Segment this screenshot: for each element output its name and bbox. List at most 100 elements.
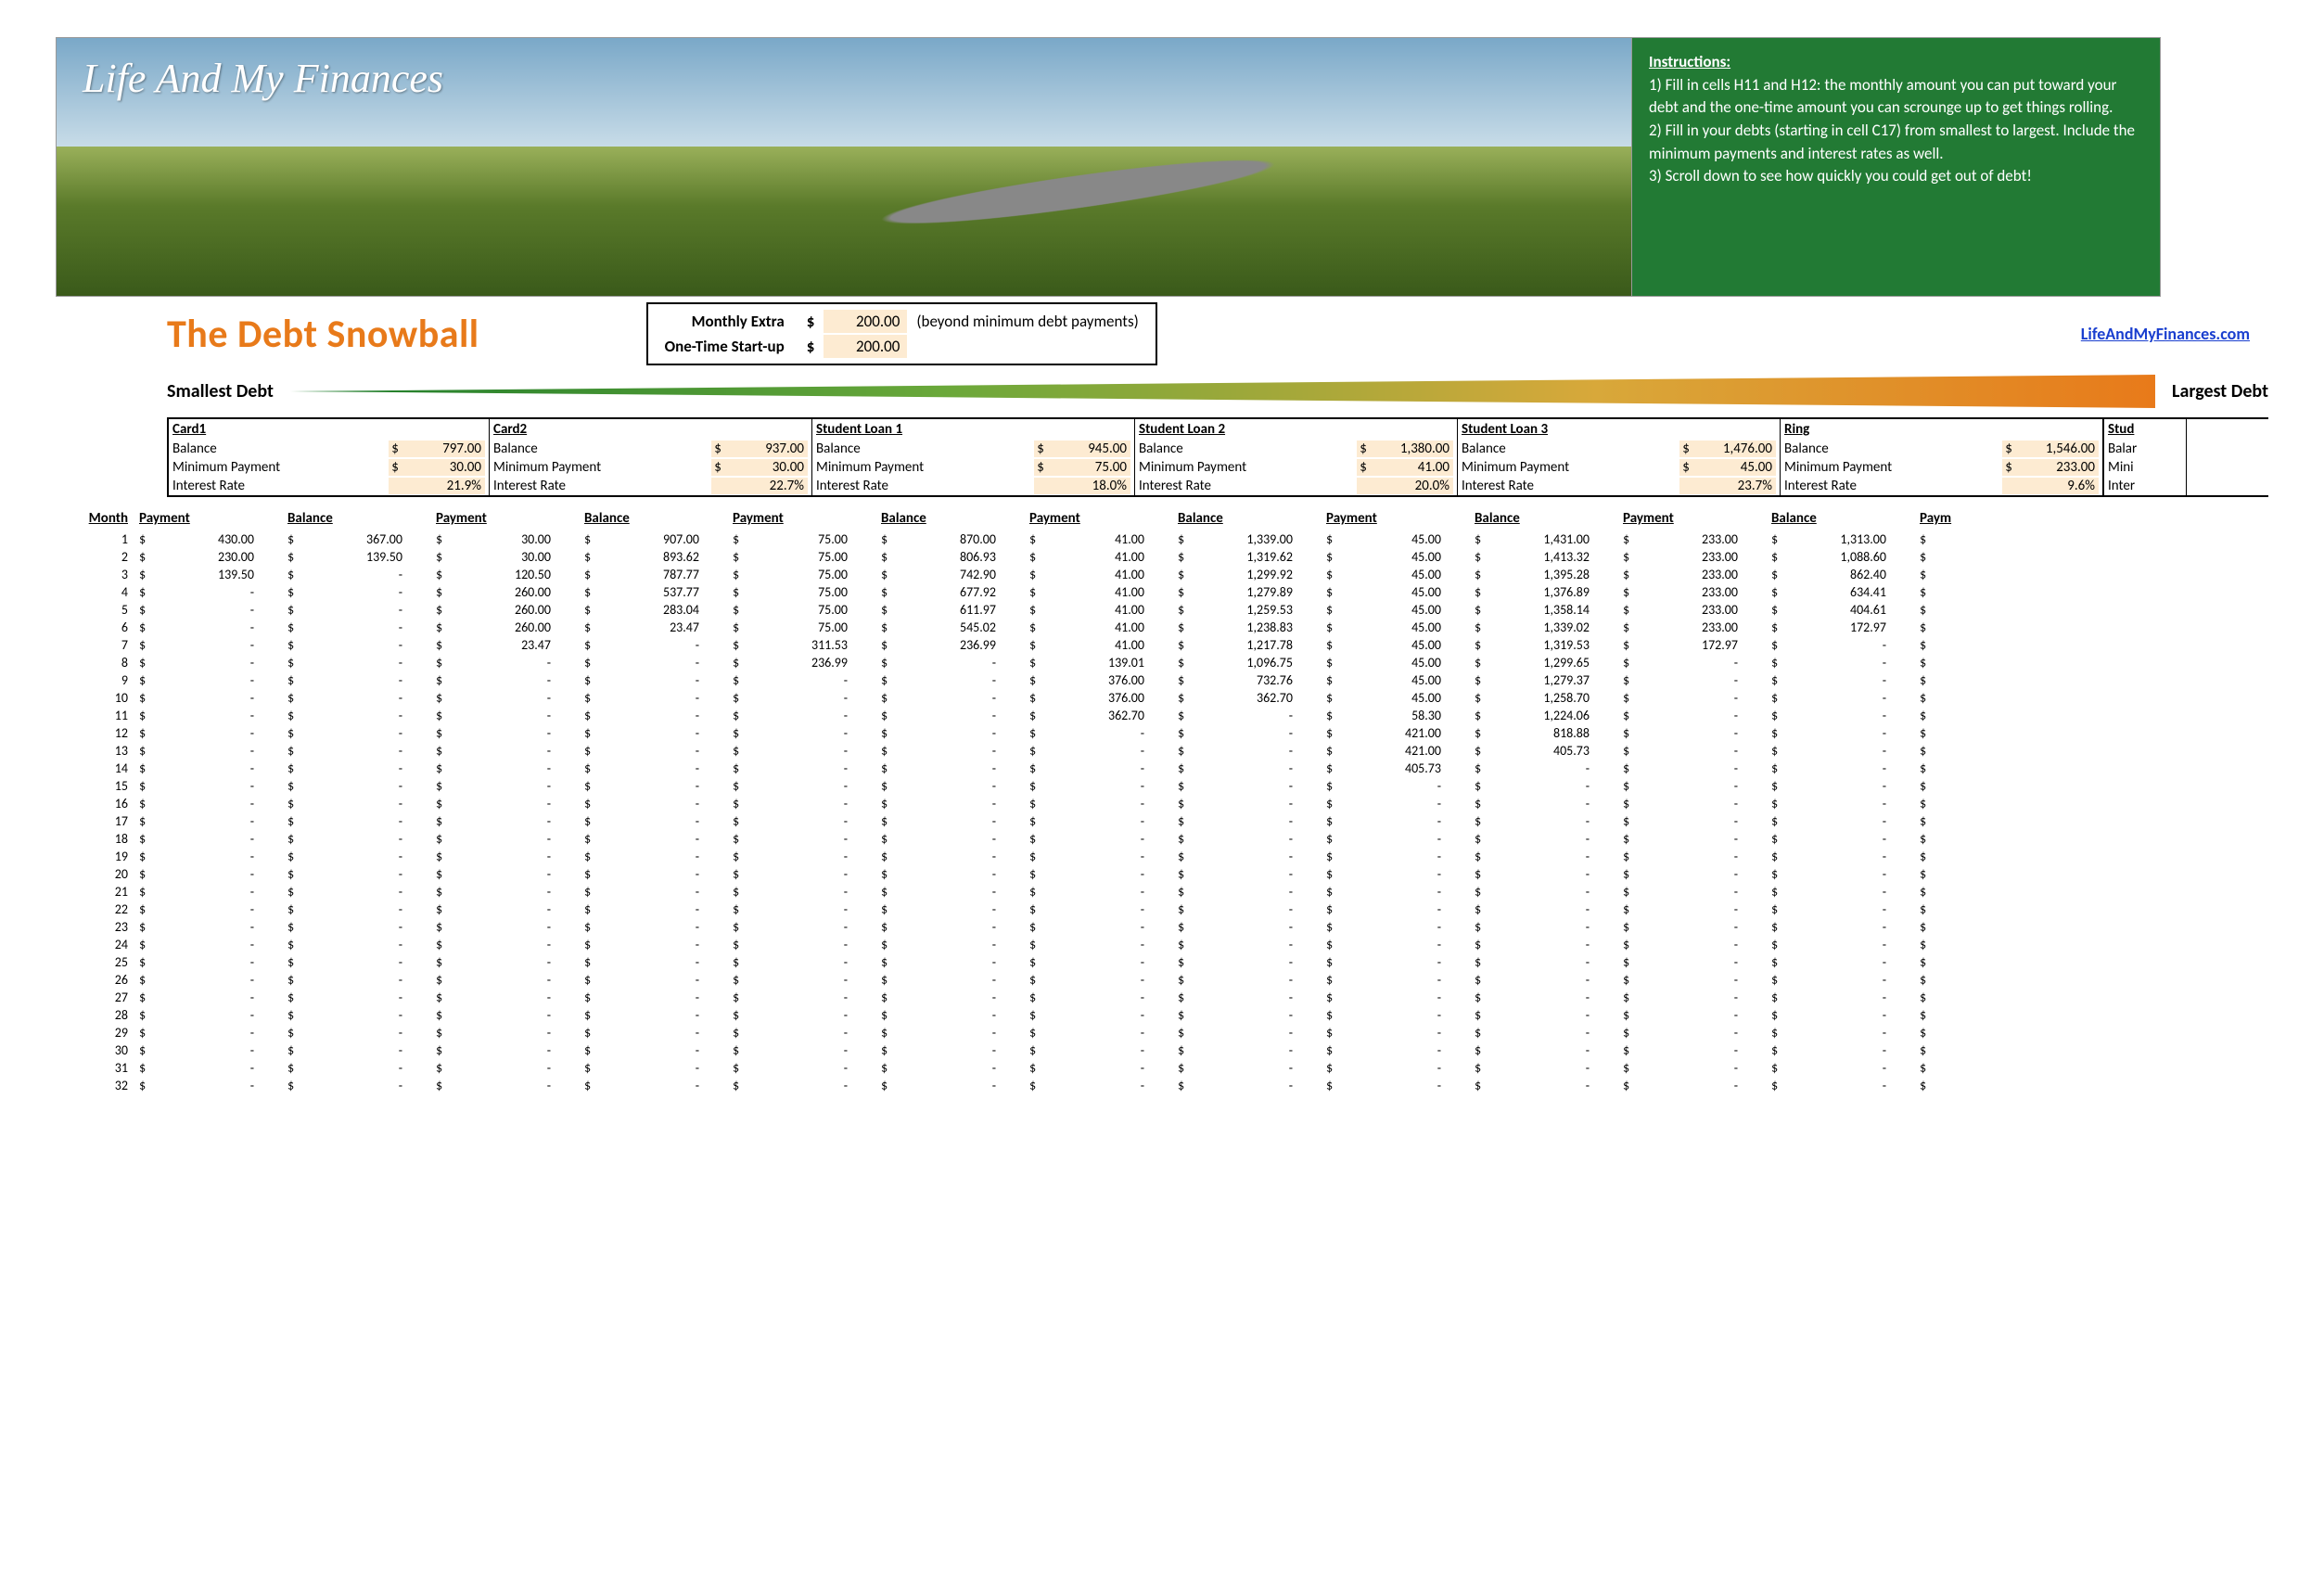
monthly-extra-input[interactable]: 200.00 [824, 310, 907, 333]
rate-input[interactable]: 18.0% [1047, 478, 1130, 494]
table-row: 21$-$-$-$-$-$-$-$-$-$-$-$-$ [78, 883, 2062, 901]
table-row: 17$-$-$-$-$-$-$-$-$-$-$-$-$ [78, 812, 2062, 830]
balance-input[interactable]: 1,546.00 [2015, 441, 2099, 457]
sched-cell: $- [1024, 760, 1172, 777]
debt-name[interactable]: Ring [1781, 419, 2102, 440]
sched-cell: $- [134, 601, 282, 619]
sched-cell: $- [1172, 742, 1321, 760]
table-row: 2$230.00$139.50$30.00$893.62$75.00$806.9… [78, 548, 2062, 566]
rate-input[interactable]: 9.6% [2015, 478, 2099, 494]
sched-cell: $- [430, 812, 579, 830]
sched-cell: $545.02 [875, 619, 1024, 636]
col-balance: Balance [1766, 506, 1914, 530]
sched-cell: $- [1024, 777, 1172, 795]
sched-cell: $- [727, 848, 875, 865]
sched-cell: $- [727, 953, 875, 971]
debt-name[interactable]: Card2 [490, 419, 811, 440]
balance-label: Balance [1139, 441, 1357, 457]
sched-cell: $- [134, 724, 282, 742]
sched-cell: $- [727, 724, 875, 742]
rate-input[interactable]: 20.0% [1370, 478, 1453, 494]
sched-cell: $- [727, 901, 875, 918]
table-row: 25$-$-$-$-$-$-$-$-$-$-$-$-$ [78, 953, 2062, 971]
debt-block: Card2Balance$937.00Minimum Payment$30.00… [490, 419, 812, 495]
table-row: 27$-$-$-$-$-$-$-$-$-$-$-$-$ [78, 989, 2062, 1006]
sched-cell-partial: $ [1914, 530, 2062, 548]
month-cell: 7 [78, 636, 134, 654]
sched-cell: $236.99 [875, 636, 1024, 654]
rate-input[interactable]: 22.7% [724, 478, 808, 494]
month-cell: 27 [78, 989, 134, 1006]
balance-input[interactable]: 1,380.00 [1370, 441, 1453, 457]
debt-name[interactable]: Student Loan 1 [812, 419, 1134, 440]
debt-name[interactable]: Student Loan 2 [1135, 419, 1457, 440]
table-row: 31$-$-$-$-$-$-$-$-$-$-$-$-$ [78, 1059, 2062, 1077]
sched-cell: $120.50 [430, 566, 579, 583]
sched-cell: $- [282, 619, 430, 636]
startup-input[interactable]: 200.00 [824, 335, 907, 358]
rate-label: Interest Rate [1462, 478, 1679, 494]
sched-cell: $- [1617, 901, 1766, 918]
sched-cell: $- [1321, 812, 1469, 830]
sched-cell: $- [875, 1041, 1024, 1059]
debt-name[interactable]: Student Loan 3 [1458, 419, 1780, 440]
min-payment-input[interactable]: 30.00 [724, 459, 808, 476]
balance-input[interactable]: 945.00 [1047, 441, 1130, 457]
sched-cell-partial: $ [1914, 583, 2062, 601]
sched-cell: $- [282, 742, 430, 760]
sched-cell: $45.00 [1321, 619, 1469, 636]
sched-cell: $- [579, 901, 727, 918]
sched-cell: $- [134, 742, 282, 760]
table-row: 13$-$-$-$-$-$-$-$-$421.00$405.73$-$-$ [78, 742, 2062, 760]
min-payment-input[interactable]: 75.00 [1047, 459, 1130, 476]
sched-cell: $- [282, 936, 430, 953]
sched-cell: $- [1766, 1006, 1914, 1024]
rate-input[interactable]: 23.7% [1692, 478, 1776, 494]
debt-name[interactable]: Card1 [169, 419, 489, 440]
sched-cell: $- [579, 671, 727, 689]
sched-cell: $139.01 [1024, 654, 1172, 671]
site-link[interactable]: LifeAndMyFinances.com [2081, 324, 2250, 344]
min-payment-input[interactable]: 233.00 [2015, 459, 2099, 476]
month-cell: 2 [78, 548, 134, 566]
sched-cell: $- [134, 989, 282, 1006]
sched-cell: $- [134, 583, 282, 601]
balance-input[interactable]: 937.00 [724, 441, 808, 457]
sched-cell: $- [1172, 918, 1321, 936]
instructions-title: Instructions: [1649, 51, 2143, 74]
sched-cell: $- [430, 971, 579, 989]
sched-cell: $1,299.92 [1172, 566, 1321, 583]
sched-cell: $- [134, 1024, 282, 1041]
sched-cell: $818.88 [1469, 724, 1617, 742]
sched-cell: $- [875, 953, 1024, 971]
sched-cell: $- [579, 812, 727, 830]
col-balance: Balance [875, 506, 1024, 530]
sched-cell: $- [282, 812, 430, 830]
sched-cell: $1,096.75 [1172, 654, 1321, 671]
rate-input[interactable]: 21.9% [402, 478, 485, 494]
sched-cell: $- [1172, 936, 1321, 953]
sched-cell-partial: $ [1914, 918, 2062, 936]
sched-cell: $- [134, 1006, 282, 1024]
sched-cell: $- [727, 865, 875, 883]
month-cell: 31 [78, 1059, 134, 1077]
min-payment-input[interactable]: 45.00 [1692, 459, 1776, 476]
sched-cell: $- [1172, 953, 1321, 971]
sched-cell: $- [875, 830, 1024, 848]
col-payment: Payment [1321, 506, 1469, 530]
min-payment-input[interactable]: 41.00 [1370, 459, 1453, 476]
balance-input[interactable]: 797.00 [402, 441, 485, 457]
sched-cell: $- [1321, 1041, 1469, 1059]
min-payment-input[interactable]: 30.00 [402, 459, 485, 476]
month-cell: 17 [78, 812, 134, 830]
sched-cell: $611.97 [875, 601, 1024, 619]
month-cell: 9 [78, 671, 134, 689]
sched-cell: $- [727, 936, 875, 953]
sched-cell: $893.62 [579, 548, 727, 566]
sched-cell: $- [579, 971, 727, 989]
sched-cell: $- [282, 883, 430, 901]
sched-cell: $41.00 [1024, 530, 1172, 548]
balance-input[interactable]: 1,476.00 [1692, 441, 1776, 457]
sched-cell: $- [1321, 936, 1469, 953]
sched-cell: $- [579, 654, 727, 671]
